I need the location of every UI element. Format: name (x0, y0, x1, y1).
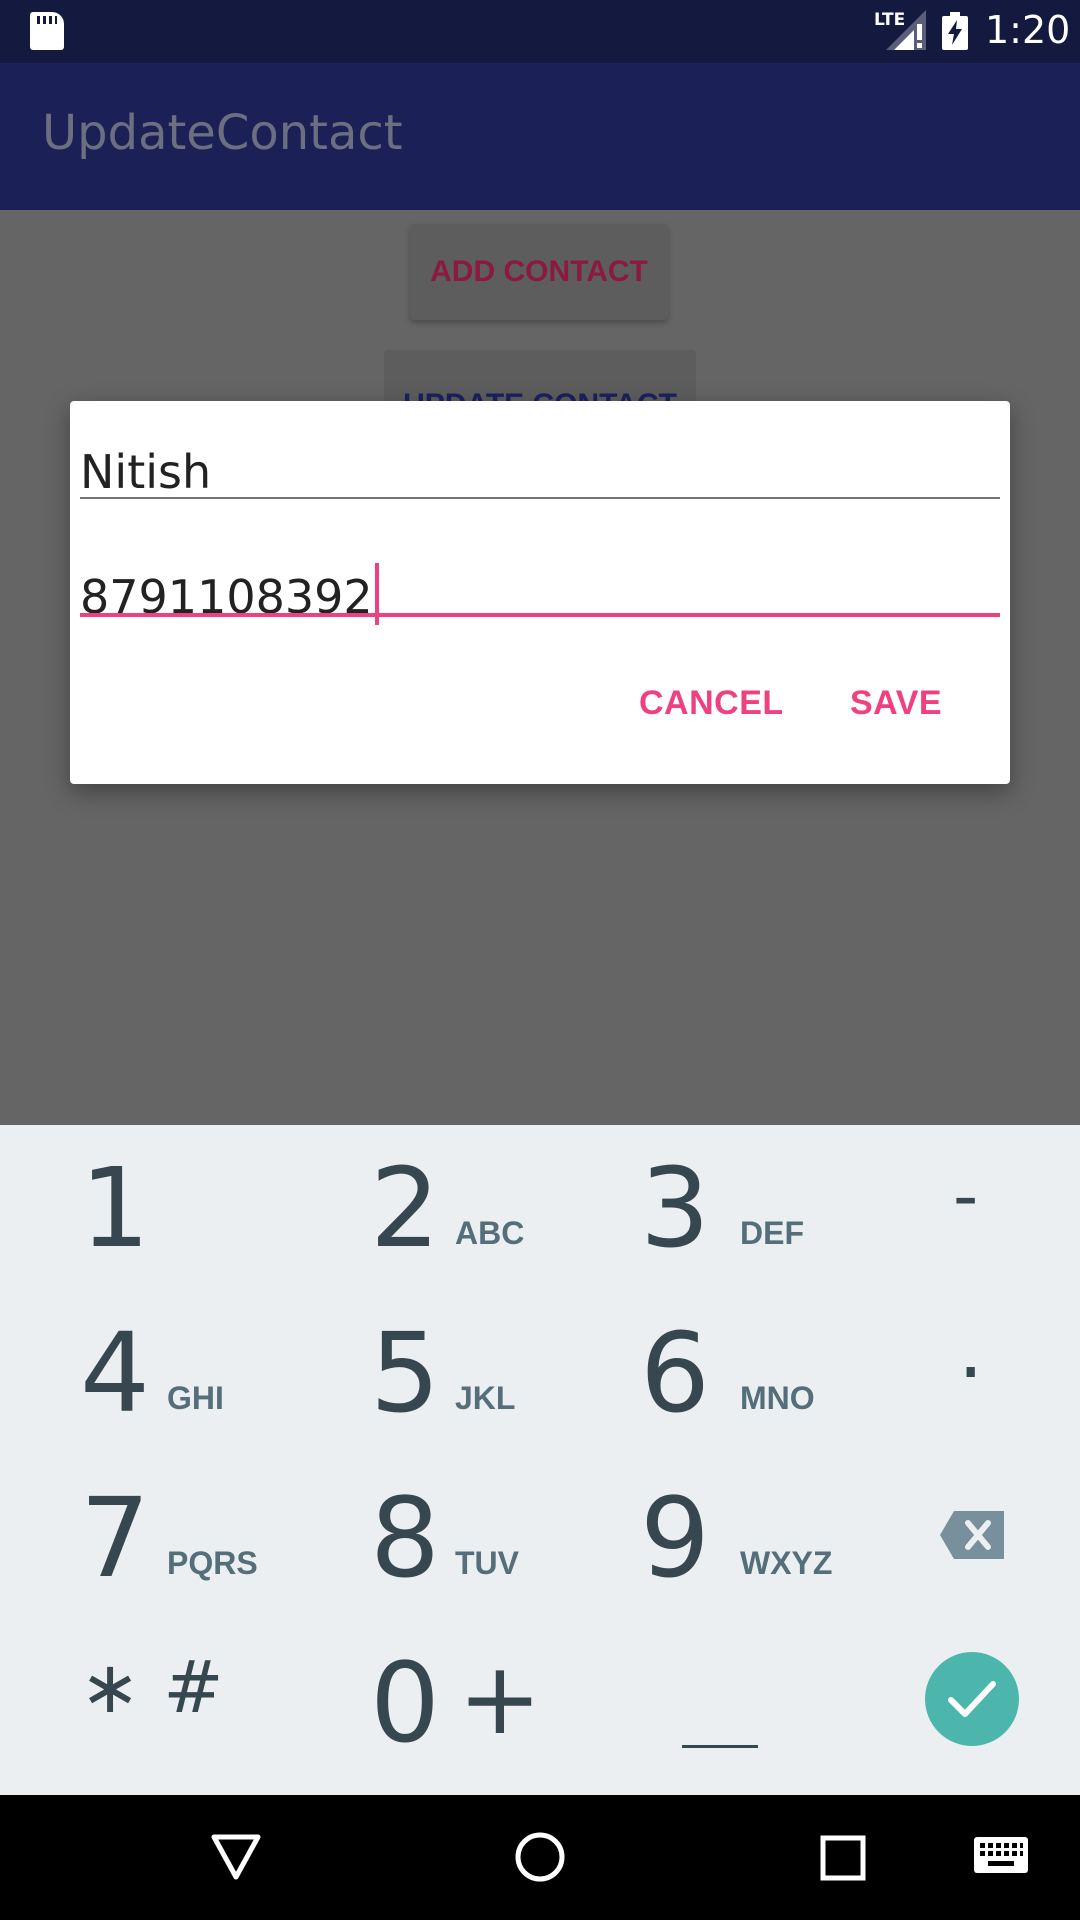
key-letters: PQRS (167, 1545, 258, 1581)
key-digit: 7 (80, 1474, 150, 1602)
key-letters: DEF (740, 1215, 804, 1251)
key-3[interactable]: 3 DEF (540, 1125, 810, 1285)
name-value: Nitish (80, 445, 212, 499)
phone-underline (80, 613, 1000, 617)
back-icon[interactable] (210, 1833, 262, 1881)
battery-charging-icon (942, 12, 968, 50)
home-icon[interactable] (514, 1831, 566, 1883)
key-letters: GHI (167, 1380, 224, 1416)
key-1[interactable]: 1 (0, 1125, 270, 1285)
key-digit: 1 (80, 1144, 150, 1272)
name-field[interactable]: Nitish (80, 419, 1000, 499)
keyboard-icon[interactable] (974, 1837, 1028, 1873)
key-letters: WXYZ (740, 1545, 833, 1581)
key-2[interactable]: 2 ABC (270, 1125, 540, 1285)
key-5[interactable]: 5 JKL (270, 1290, 540, 1450)
key-digit: 4 (80, 1309, 150, 1437)
key-9[interactable]: 9 WXYZ (540, 1455, 832, 1615)
key-digit: 6 (640, 1309, 710, 1437)
key-letters: MNO (740, 1380, 815, 1416)
numeric-keyboard: 1 2 ABC 3 DEF - 4 GHI 5 JKL 6 MNO . 7 PQ… (0, 1125, 1080, 1795)
key-digit: 2 (370, 1144, 440, 1272)
key-digit: 0 (370, 1639, 440, 1767)
dash-key[interactable]: - (953, 1155, 978, 1237)
signal-icon (886, 10, 926, 50)
space-key[interactable] (682, 1745, 758, 1748)
key-digit: 9 (640, 1474, 710, 1602)
backspace-icon[interactable] (940, 1511, 1004, 1559)
recents-icon[interactable] (820, 1835, 866, 1881)
key-letters: JKL (455, 1380, 516, 1416)
key-letters: ABC (455, 1215, 525, 1251)
app-bar: UpdateContact (0, 63, 1080, 210)
sd-card-icon (30, 12, 64, 50)
navigation-bar (0, 1795, 1080, 1920)
star-hash-key[interactable]: ∗ # (80, 1645, 224, 1729)
key-8[interactable]: 8 TUV (270, 1455, 540, 1615)
status-bar: LTE 1:20 (0, 0, 1080, 63)
phone-field[interactable]: 8791108392 (80, 537, 1000, 625)
key-6[interactable]: 6 MNO (540, 1290, 815, 1450)
check-icon (948, 1681, 996, 1717)
add-contact-button[interactable]: ADD CONTACT (410, 224, 668, 320)
edit-contact-dialog: Nitish 8791108392 CANCEL SAVE (70, 401, 1010, 784)
key-digit: 3 (640, 1144, 710, 1272)
key-7[interactable]: 7 PQRS (0, 1455, 270, 1615)
key-4[interactable]: 4 GHI (0, 1290, 270, 1450)
plus-label: + (458, 1640, 542, 1757)
save-button[interactable]: SAVE (850, 684, 942, 723)
cancel-button[interactable]: CANCEL (639, 684, 784, 723)
clock: 1:20 (985, 8, 1071, 52)
key-digit: 8 (370, 1474, 440, 1602)
done-button[interactable] (925, 1652, 1019, 1746)
key-digit: 5 (370, 1309, 440, 1437)
app-title: UpdateContact (42, 105, 403, 161)
dot-key[interactable]: . (958, 1303, 983, 1396)
key-letters: TUV (455, 1545, 519, 1581)
key-0[interactable]: 0 + (270, 1620, 542, 1780)
name-underline (80, 497, 1000, 499)
